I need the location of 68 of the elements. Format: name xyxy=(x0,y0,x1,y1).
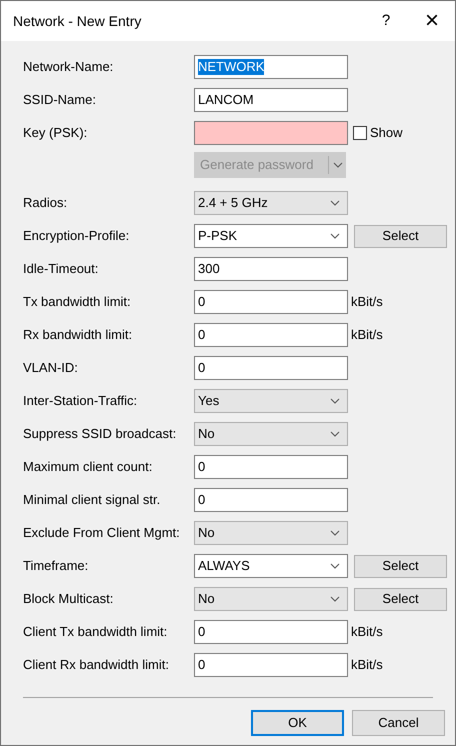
unit-label: kBit/s xyxy=(351,656,383,674)
field-label: Idle-Timeout: xyxy=(23,260,100,278)
select-button[interactable]: Select xyxy=(354,554,447,578)
field-label: SSID-Name: xyxy=(23,91,97,110)
field-label: Encryption-Profile: xyxy=(23,227,130,246)
dropdown[interactable]: Yes xyxy=(194,389,348,413)
window-title: Network - New Entry xyxy=(13,12,142,31)
field-value: 300 xyxy=(198,261,220,277)
dropdown[interactable]: No xyxy=(194,422,348,446)
chevron-down-icon xyxy=(330,530,340,536)
close-button[interactable]: × xyxy=(409,1,455,41)
input-field[interactable]: LANCOM xyxy=(194,88,348,112)
input-field[interactable]: 0 xyxy=(194,620,348,644)
field-value: 0 xyxy=(198,624,206,640)
input-field[interactable]: 0 xyxy=(194,488,348,512)
chevron-down-icon xyxy=(330,596,340,602)
chevron-down-icon xyxy=(330,233,340,239)
chevron-down-icon xyxy=(332,162,342,168)
help-button[interactable]: ? xyxy=(363,1,409,41)
field-value: 0 xyxy=(198,492,206,508)
field-label: Tx bandwidth limit: xyxy=(23,293,132,312)
input-field[interactable]: 0 xyxy=(194,290,348,314)
chevron-down-icon xyxy=(330,200,340,206)
field-label: VLAN-ID: xyxy=(23,359,79,378)
chevron-down-icon xyxy=(330,398,340,404)
dialog-button[interactable]: OK xyxy=(251,710,344,736)
unit-label: kBit/s xyxy=(351,326,383,344)
unit-label: kBit/s xyxy=(351,293,383,312)
input-field[interactable]: 0 xyxy=(194,653,348,677)
input-field[interactable]: 0 xyxy=(194,356,348,380)
dropdown[interactable]: No xyxy=(194,521,348,545)
show-checkbox[interactable] xyxy=(353,126,367,140)
field-value: LANCOM xyxy=(198,92,254,108)
field-label: Radios: xyxy=(23,194,68,212)
field-value: 0 xyxy=(198,360,206,376)
dropdown[interactable]: ALWAYS xyxy=(194,554,348,578)
dialog-button[interactable]: Cancel xyxy=(352,710,445,736)
input-field[interactable]: 300 xyxy=(194,257,348,281)
checkbox-label: Show xyxy=(370,124,403,142)
field-label: Inter-Station-Traffic: xyxy=(23,392,138,410)
input-field[interactable]: 0 xyxy=(194,323,348,347)
field-value: NETWORK xyxy=(198,59,264,75)
field-label: Rx bandwidth limit: xyxy=(23,326,134,344)
field-label: Minimal client signal str. xyxy=(23,491,162,510)
dropdown[interactable]: 2.4 + 5 GHz xyxy=(194,191,348,215)
chevron-down-icon xyxy=(330,431,340,437)
field-label: Suppress SSID broadcast: xyxy=(23,425,178,444)
field-value: 0 xyxy=(198,294,206,310)
select-button[interactable]: Select xyxy=(354,224,447,248)
field-label: Client Tx bandwidth limit: xyxy=(23,623,168,642)
input-field[interactable] xyxy=(194,121,348,145)
field-label: Timeframe: xyxy=(23,557,90,576)
input-field[interactable]: NETWORK xyxy=(194,55,348,79)
field-value: 0 xyxy=(198,327,206,343)
field-label: Block Multicast: xyxy=(23,590,114,608)
field-label: Exclude From Client Mgmt: xyxy=(23,524,181,542)
field-value: 0 xyxy=(198,459,206,475)
field-label: Key (PSK): xyxy=(23,124,88,142)
field-label: Client Rx bandwidth limit: xyxy=(23,656,170,674)
unit-label: kBit/s xyxy=(351,623,383,642)
chevron-down-icon xyxy=(330,563,340,569)
select-button[interactable]: Select xyxy=(354,588,447,610)
field-label: Network-Name: xyxy=(23,58,114,76)
field-label: Maximum client count: xyxy=(23,458,154,476)
dropdown[interactable]: P-PSK xyxy=(194,224,348,248)
dropdown[interactable]: No xyxy=(194,587,348,611)
input-field[interactable]: 0 xyxy=(194,455,348,479)
field-value: 0 xyxy=(198,657,206,673)
